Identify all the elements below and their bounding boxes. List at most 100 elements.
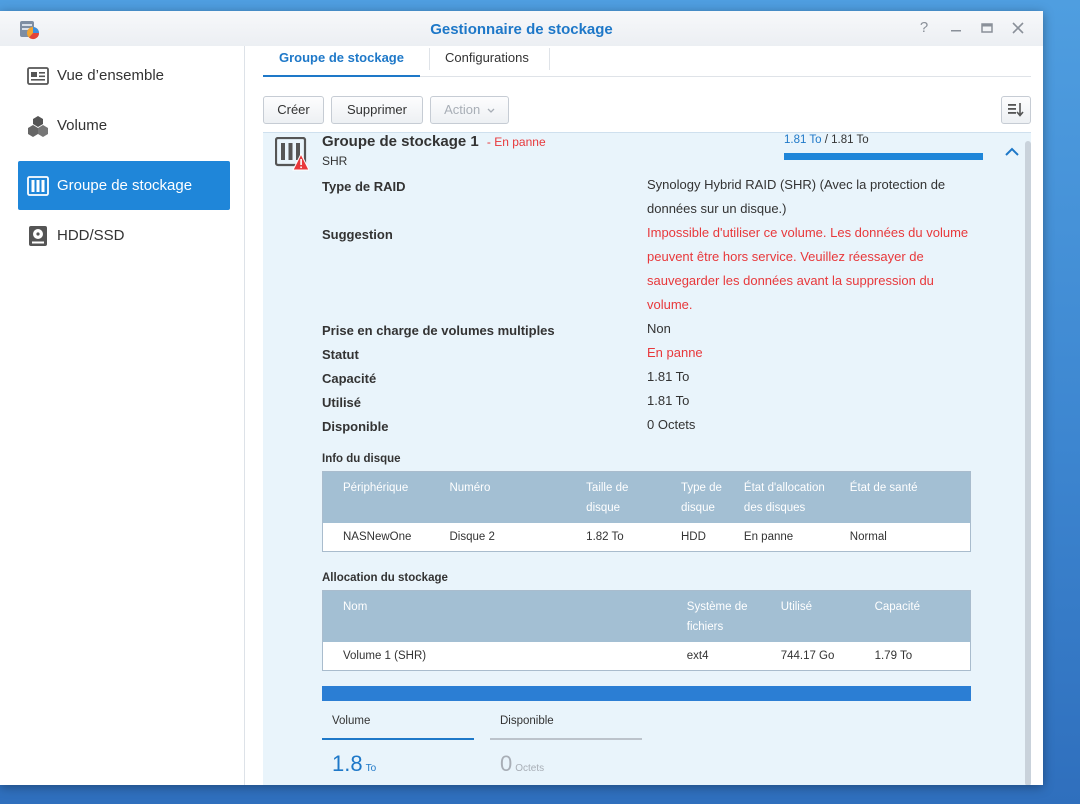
summary-available-underline <box>490 738 642 740</box>
delete-button[interactable]: Supprimer <box>331 96 423 124</box>
prop-raid-type-value: Synology Hybrid RAID (SHR) (Avec la prot… <box>647 177 946 216</box>
volume-cubes-icon <box>28 115 48 137</box>
summary-available-unit: Octets <box>515 763 545 774</box>
column-header[interactable]: Taille de disque <box>566 471 673 523</box>
table-header-row: Nom Système de fichiers Utilisé Capacité <box>322 590 971 642</box>
sidebar-item-hdd-ssd[interactable]: HDD/SSD <box>18 211 230 260</box>
summary-volume-number: 1.8 <box>332 751 363 776</box>
sidebar-item-label: HDD/SSD <box>57 227 125 244</box>
storage-pool-icon <box>27 175 49 196</box>
pool-name: Groupe de stockage 1 <box>322 133 479 150</box>
table-row[interactable]: NASNewOne Disque 2 1.82 To HDD En panne … <box>323 523 971 551</box>
cell-size: 1.82 To <box>586 530 624 543</box>
storage-pool-warning-icon <box>275 137 309 171</box>
prop-used-value: 1.81 To <box>647 393 690 408</box>
prop-capacity-label: Capacité <box>322 371 377 386</box>
tab-storage-pool[interactable]: Groupe de stockage <box>263 46 420 77</box>
pool-title: Groupe de stockage 1 - En panne <box>322 133 546 150</box>
pool-usage-text: 1.81 To / 1.81 To <box>784 134 869 146</box>
prop-suggestion-label: Suggestion <box>322 227 393 242</box>
allocation-bar <box>322 686 971 701</box>
sidebar-item-volume[interactable]: Volume <box>18 101 230 150</box>
window-title: Gestionnaire de stockage <box>430 21 613 38</box>
title-bar: Gestionnaire de stockage ? <box>0 11 1043 46</box>
summary-volume-unit: To <box>365 763 377 774</box>
allocation-title: Allocation du stockage <box>322 572 448 584</box>
prop-capacity-value: 1.81 To <box>647 369 690 384</box>
prop-multi-volume-label: Prise en charge de volumes multiples <box>322 323 555 338</box>
usage-separator: / <box>821 134 832 146</box>
pool-status: En panne <box>494 135 546 149</box>
storage-pool-panel: Groupe de stockage 1 - En panne SHR 1.81… <box>263 132 1031 785</box>
sidebar-item-label: Volume <box>57 117 108 134</box>
summary-available[interactable]: Disponible 0 Octets <box>490 710 642 776</box>
prop-used-label: Utilisé <box>322 395 362 410</box>
sidebar-item-label: Groupe de stockage <box>57 177 193 194</box>
cell-allocation: En panne <box>743 530 794 543</box>
help-icon[interactable]: ? <box>915 19 933 37</box>
sidebar-item-overview[interactable]: Vue d’ensemble <box>18 51 230 100</box>
prop-suggestion-value: Impossible d'utiliser ce volume. Les don… <box>647 225 969 312</box>
prop-status-label: Statut <box>322 347 359 362</box>
column-header[interactable]: Système de fichiers <box>678 590 773 642</box>
pool-usage-bar <box>784 153 983 160</box>
action-dropdown[interactable]: Action <box>430 96 509 124</box>
summary-available-number: 0 <box>500 751 513 776</box>
sidebar: Vue d’ensemble Volume Groupe de stockage <box>0 46 245 785</box>
column-header[interactable]: Capacité <box>866 590 971 642</box>
column-header[interactable]: État d'allocation des disques <box>735 471 842 523</box>
cell-type: HDD <box>680 530 706 543</box>
chevron-down-icon <box>487 108 495 113</box>
column-header[interactable]: Numéro <box>429 471 567 523</box>
column-header[interactable]: Périphérique <box>322 471 430 523</box>
storage-manager-window: Gestionnaire de stockage ? Vue d’ensembl… <box>0 11 1043 785</box>
cell-device: NASNewOne <box>343 530 412 543</box>
summary-volume-underline <box>322 738 474 740</box>
disk-info-table: Périphérique Numéro Taille de disque Typ… <box>322 471 971 552</box>
minimize-icon[interactable] <box>947 19 965 37</box>
panel-scrollbar[interactable] <box>1025 141 1031 785</box>
summary-volume-value: 1.8 To <box>332 751 376 777</box>
cell-health: Normal <box>849 530 887 543</box>
collapse-chevron-up-icon[interactable] <box>1003 143 1021 161</box>
table-row[interactable]: Volume 1 (SHR) ext4 744.17 Go 1.79 To <box>323 642 971 670</box>
prop-raid-type-label: Type de RAID <box>322 179 406 194</box>
summary-volume[interactable]: Volume 1.8 To <box>322 710 474 776</box>
action-label: Action <box>444 102 481 117</box>
summary-available-label: Disponible <box>500 715 554 727</box>
close-icon[interactable] <box>1009 19 1027 37</box>
prop-available-label: Disponible <box>322 419 389 434</box>
pool-raid-type: SHR <box>322 154 348 168</box>
summary-available-value: 0 Octets <box>500 751 544 777</box>
disk-info-title: Info du disque <box>322 453 401 465</box>
column-header[interactable]: Type de disque <box>672 471 736 523</box>
maximize-icon[interactable] <box>978 19 996 37</box>
allocation-table: Nom Système de fichiers Utilisé Capacité… <box>322 590 971 671</box>
sort-icon <box>1008 103 1024 117</box>
hard-disk-icon <box>29 225 47 246</box>
prop-multi-volume-value: Non <box>647 321 671 336</box>
tab-separator <box>549 48 550 70</box>
cell-number: Disque 2 <box>449 530 495 543</box>
cell-used: 744.17 Go <box>780 649 835 662</box>
summary-volume-label: Volume <box>332 715 371 727</box>
cell-name: Volume 1 (SHR) <box>343 649 427 662</box>
cell-filesystem: ext4 <box>686 649 709 662</box>
sidebar-item-label: Vue d’ensemble <box>57 67 165 84</box>
tab-bar: Groupe de stockage Configurations <box>263 46 1031 77</box>
column-header[interactable]: Utilisé <box>772 590 867 642</box>
column-header[interactable]: État de santé <box>841 471 971 523</box>
prop-status-value: En panne <box>647 345 703 360</box>
create-button[interactable]: Créer <box>263 96 324 124</box>
tab-configurations[interactable]: Configurations <box>429 46 545 77</box>
column-header[interactable]: Nom <box>322 590 679 642</box>
table-header-row: Périphérique Numéro Taille de disque Typ… <box>322 471 971 523</box>
main-content: Groupe de stockage Configurations Créer … <box>245 46 1043 785</box>
cell-capacity: 1.79 To <box>874 649 913 662</box>
sidebar-item-storage-pool[interactable]: Groupe de stockage <box>18 161 230 210</box>
prop-available-value: 0 Octets <box>647 417 696 432</box>
sort-button[interactable] <box>1001 96 1031 124</box>
overview-icon <box>27 66 49 85</box>
pool-used: 1.81 To <box>784 134 822 146</box>
pool-total: 1.81 To <box>831 134 869 146</box>
